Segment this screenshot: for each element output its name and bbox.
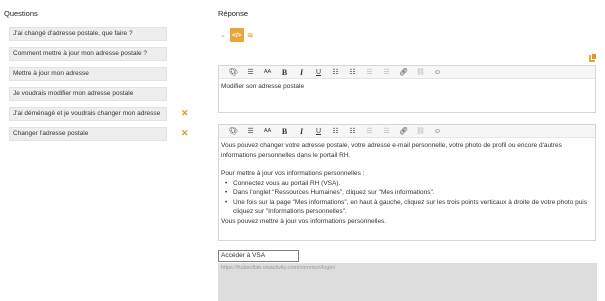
question-item[interactable]: Je voudrais modifier mon adresse postale: [9, 87, 167, 101]
unlink-icon[interactable]: ⛓︎: [412, 125, 429, 138]
link-icon[interactable]: 🔗︎: [395, 66, 412, 79]
answer-editor-content[interactable]: Vous pouvez changer votre adresse postal…: [219, 138, 595, 229]
font-size-icon[interactable]: AA: [259, 66, 276, 79]
answer-paragraph: Pour mettre à jour vos informations pers…: [221, 170, 365, 177]
italic-icon[interactable]: I: [293, 66, 310, 79]
question-item[interactable]: Changer l'adresse postale: [9, 127, 167, 141]
unlink-icon[interactable]: ⛓︎: [412, 66, 429, 79]
indent-icon[interactable]: ☰: [378, 125, 395, 138]
emoji-icon[interactable]: ☺: [429, 125, 446, 138]
underline-icon[interactable]: U: [310, 125, 327, 138]
align-icon[interactable]: ☰: [242, 125, 259, 138]
italic-icon[interactable]: I: [293, 125, 310, 138]
questions-title: Questions: [4, 9, 38, 18]
link-url-text: https://hubsoflab.visactivity.com/common…: [221, 265, 336, 271]
list-item: Dans l'onglet "Ressources Humaines", cli…: [225, 188, 593, 198]
list-item: Connectez vous au portail RH (VSA).: [225, 179, 593, 189]
underline-icon[interactable]: U: [310, 66, 327, 79]
chevron-down-icon[interactable]: ⌄: [220, 31, 226, 39]
delete-question-icon[interactable]: ✕: [181, 109, 189, 118]
link-url-field[interactable]: https://hubsoflab.visactivity.com/common…: [218, 263, 597, 301]
delete-question-icon[interactable]: ✕: [181, 129, 189, 138]
answer-paragraph: Vous pouvez changer votre adresse postal…: [221, 142, 562, 159]
editor-toolbar: 🎨︎ ☰ AA B I U ☷ ☷ ☰ ☰ 🔗︎ ⛓︎ ☺: [219, 66, 595, 79]
answer-bullet-list: Connectez vous au portail RH (VSA). Dans…: [221, 179, 593, 217]
reponse-title: Réponse: [218, 9, 249, 18]
bullet-list-icon[interactable]: ☷: [327, 125, 344, 138]
title-text: Modifier son adresse postale: [221, 83, 305, 90]
numbered-list-icon[interactable]: ☷: [344, 66, 361, 79]
link-label-input[interactable]: Accéder à VSA: [218, 250, 299, 262]
answer-editor[interactable]: 🎨︎ ☰ AA B I U ☷ ☷ ☰ ☰ 🔗︎ ⛓︎ ☺ Vous pouve…: [218, 124, 596, 241]
question-item[interactable]: Comment mettre à jour mon adresse postal…: [9, 47, 167, 61]
font-size-icon[interactable]: AA: [259, 125, 276, 138]
question-item[interactable]: J'ai changé d'adresse postale, que faire…: [9, 27, 167, 41]
link-icon[interactable]: 🔗︎: [395, 125, 412, 138]
bold-icon[interactable]: B: [276, 125, 293, 138]
outdent-icon[interactable]: ☰: [361, 66, 378, 79]
title-editor-content[interactable]: Modifier son adresse postale: [219, 79, 595, 95]
align-icon[interactable]: ☰: [242, 66, 259, 79]
bullet-list-icon[interactable]: ☷: [327, 66, 344, 79]
editor-toolbar: 🎨︎ ☰ AA B I U ☷ ☷ ☰ ☰ 🔗︎ ⛓︎ ☺: [219, 125, 595, 138]
numbered-list-icon[interactable]: ☷: [344, 125, 361, 138]
format-toggle-row: ⌄ </> ≋: [220, 28, 254, 42]
indent-icon[interactable]: ☰: [378, 66, 395, 79]
list-item: Une fois sur la page "Mes informations",…: [225, 198, 593, 217]
palette-icon[interactable]: 🎨︎: [225, 125, 242, 138]
answer-paragraph: Vous pouvez mettre à jour vos informatio…: [221, 217, 387, 225]
title-editor[interactable]: 🎨︎ ☰ AA B I U ☷ ☷ ☰ ☰ 🔗︎ ⛓︎ ☺ Modifier s…: [218, 65, 596, 113]
palette-icon[interactable]: 🎨︎: [225, 66, 242, 79]
question-item[interactable]: J'ai déménagé et je voudrais changer mon…: [9, 107, 167, 121]
text-format-icon[interactable]: ≋: [247, 31, 254, 40]
bold-icon[interactable]: B: [276, 66, 293, 79]
emoji-icon[interactable]: ☺: [429, 66, 446, 79]
copy-icon[interactable]: [589, 53, 597, 62]
outdent-icon[interactable]: ☰: [361, 125, 378, 138]
question-item[interactable]: Mettre à jour mon adresse: [9, 67, 167, 81]
code-view-button[interactable]: </>: [229, 28, 244, 42]
